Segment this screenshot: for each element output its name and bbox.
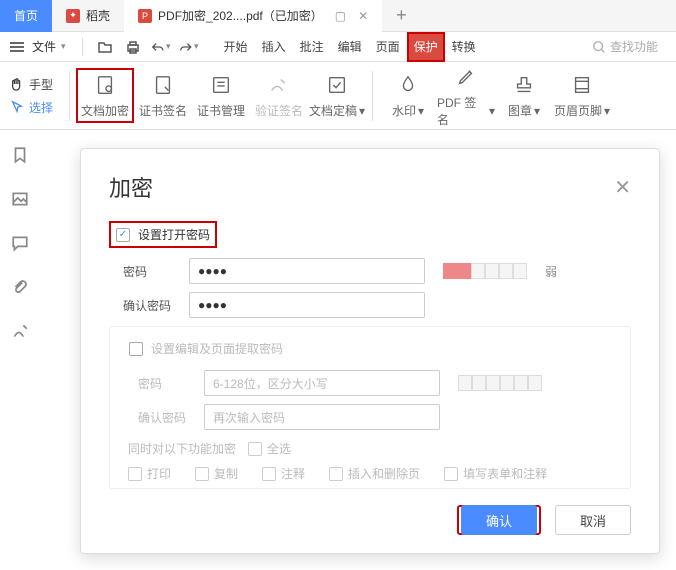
password2-label: 密码 xyxy=(138,375,194,392)
password-label: 密码 xyxy=(123,263,179,280)
chevron-down-icon: ▾ xyxy=(359,104,365,118)
print-icon[interactable] xyxy=(123,37,143,57)
verify-icon xyxy=(266,72,292,98)
ribbon-cert-sign[interactable]: 证书签名 xyxy=(134,72,192,119)
tab-docker-label: 稻壳 xyxy=(86,7,110,24)
tab-annotate[interactable]: 批注 xyxy=(293,32,331,62)
also-encrypt-label: 同时对以下功能加密 xyxy=(128,440,236,457)
dialog-close-icon[interactable]: ✕ xyxy=(614,175,631,200)
tab-protect[interactable]: 保护 xyxy=(407,32,445,62)
chevron-down-icon: ▾ xyxy=(418,104,424,118)
edit-password-checkbox[interactable]: 设置编辑及页面提取密码 xyxy=(124,337,616,360)
finalize-icon xyxy=(324,72,350,98)
tab-docker[interactable]: ✦ 稻壳 xyxy=(52,0,124,32)
confirm-password2-input[interactable]: 再次输入密码 xyxy=(204,404,440,430)
ribbon-pdf-sign[interactable]: PDF 签名▾ xyxy=(437,64,495,128)
opt-insert-delete[interactable]: 插入和删除页 xyxy=(329,465,420,482)
cert-manage-icon xyxy=(208,72,234,98)
left-sidebar xyxy=(0,130,40,570)
header-footer-icon xyxy=(569,72,595,98)
tab-insert[interactable]: 插入 xyxy=(255,32,293,62)
tab-convert[interactable]: 转换 xyxy=(445,32,483,62)
opt-fill-forms[interactable]: 填写表单和注释 xyxy=(444,465,547,482)
search-placeholder: 查找功能 xyxy=(610,38,658,55)
tab-edit[interactable]: 编辑 xyxy=(331,32,369,62)
dialog-footer: 确认 取消 xyxy=(81,505,659,535)
tab-page[interactable]: 页面 xyxy=(369,32,407,62)
stamp-icon xyxy=(511,72,537,98)
tab-document[interactable]: P PDF加密_202....pdf（已加密） ▢ ✕ xyxy=(124,0,382,32)
password2-strength xyxy=(458,375,542,391)
password-input[interactable]: ●●●● xyxy=(189,258,425,284)
search-icon xyxy=(592,40,606,54)
pen-icon xyxy=(453,64,479,90)
select-all-checkbox[interactable]: 全选 xyxy=(248,440,291,457)
ribbon-verify-sign[interactable]: 验证签名 xyxy=(250,72,308,119)
ok-button-highlight: 确认 xyxy=(457,505,541,535)
close-icon[interactable]: ✕ xyxy=(358,9,368,23)
confirm-password-input[interactable]: ●●●● xyxy=(189,292,425,318)
ribbon-watermark[interactable]: 水印▾ xyxy=(379,72,437,119)
tab-document-label: PDF加密_202....pdf（已加密） xyxy=(158,7,323,24)
search-box[interactable]: 查找功能 xyxy=(584,38,666,55)
redo-icon[interactable] xyxy=(179,37,199,57)
open-password-checkbox[interactable]: 设置打开密码 xyxy=(109,221,217,248)
cancel-button[interactable]: 取消 xyxy=(555,505,631,535)
chevron-down-icon: ▾ xyxy=(534,104,540,118)
tab-bar: 首页 ✦ 稻壳 P PDF加密_202....pdf（已加密） ▢ ✕ + xyxy=(0,0,676,32)
hamburger-icon[interactable] xyxy=(10,42,24,52)
attachment-icon[interactable] xyxy=(11,278,29,296)
comment-icon[interactable] xyxy=(11,234,29,252)
strength-text: 弱 xyxy=(545,263,557,280)
edit-password-section: 设置编辑及页面提取密码 密码 6-128位，区分大小写 确认密码 再次输入密码 … xyxy=(109,326,631,489)
separator xyxy=(82,38,83,56)
opt-copy[interactable]: 复制 xyxy=(195,465,238,482)
ribbon-cert-manage[interactable]: 证书管理 xyxy=(192,72,250,119)
ribbon-stamp[interactable]: 图章▾ xyxy=(495,72,553,119)
encrypt-dialog: 加密 ✕ 设置打开密码 密码 ●●●● 弱 确认密码 ●●●● 设置编辑及页面提… xyxy=(80,148,660,554)
checkbox-icon xyxy=(129,342,143,356)
ribbon-tabs: 开始 插入 批注 编辑 页面 保护 转换 xyxy=(217,32,483,62)
pdf-icon: P xyxy=(138,9,152,23)
password-strength xyxy=(443,263,527,279)
ribbon: 手型 选择 文档加密 证书签名 证书管理 验证签名 文档定稿▾ 水印▾ PDF … xyxy=(0,62,676,130)
menu-bar: 文件 开始 插入 批注 编辑 页面 保护 转换 查找功能 xyxy=(0,32,676,62)
tab-start[interactable]: 开始 xyxy=(217,32,255,62)
chevron-down-icon: ▾ xyxy=(604,104,610,118)
file-menu[interactable]: 文件 xyxy=(32,38,66,55)
ribbon-doc-encrypt[interactable]: 文档加密 xyxy=(76,68,134,123)
opt-print[interactable]: 打印 xyxy=(128,465,171,482)
select-tool[interactable]: 选择 xyxy=(10,99,53,116)
ribbon-finalize[interactable]: 文档定稿▾ xyxy=(308,72,366,119)
docker-icon: ✦ xyxy=(66,9,80,23)
checkbox-icon xyxy=(116,228,130,242)
undo-icon[interactable] xyxy=(151,37,171,57)
open-icon[interactable] xyxy=(95,37,115,57)
lock-icon xyxy=(92,72,118,98)
signature-icon[interactable] xyxy=(11,322,29,340)
dialog-title: 加密 xyxy=(109,171,153,203)
ok-button[interactable]: 确认 xyxy=(461,505,537,535)
image-icon[interactable] xyxy=(11,190,29,208)
opt-annotate[interactable]: 注释 xyxy=(262,465,305,482)
ribbon-header-footer[interactable]: 页眉页脚▾ xyxy=(553,72,611,119)
new-tab-button[interactable]: + xyxy=(382,5,421,26)
tab-home[interactable]: 首页 xyxy=(0,0,52,32)
cert-sign-icon xyxy=(150,72,176,98)
confirm-password2-label: 确认密码 xyxy=(138,409,194,426)
side-tools: 手型 选择 xyxy=(10,76,53,116)
tab-overflow-icon[interactable]: ▢ xyxy=(335,9,346,23)
hand-tool[interactable]: 手型 xyxy=(10,76,53,93)
password2-input[interactable]: 6-128位，区分大小写 xyxy=(204,370,440,396)
bookmark-icon[interactable] xyxy=(11,146,29,164)
confirm-password-label: 确认密码 xyxy=(123,297,179,314)
watermark-icon xyxy=(395,72,421,98)
